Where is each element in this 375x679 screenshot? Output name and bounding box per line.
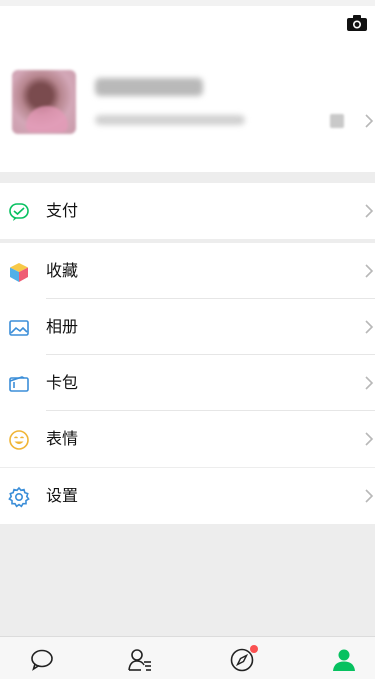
menu-item-label: 表情 bbox=[46, 429, 79, 448]
sticker-smile-icon bbox=[9, 430, 29, 450]
menu-item-label: 卡包 bbox=[46, 373, 79, 392]
menu-item-favorites[interactable]: 收藏 bbox=[0, 243, 375, 299]
menu-item-label: 支付 bbox=[46, 201, 79, 220]
menu-item-settings[interactable]: 设置 bbox=[0, 468, 375, 524]
camera-icon[interactable] bbox=[346, 14, 368, 32]
album-icon bbox=[9, 320, 29, 336]
menu-item-cards[interactable]: 卡包 bbox=[0, 355, 375, 411]
menu-item-stickers[interactable]: 表情 bbox=[0, 411, 375, 467]
pay-icon bbox=[9, 203, 29, 221]
chevron-right-icon bbox=[365, 376, 374, 390]
chevron-right-icon bbox=[365, 489, 374, 503]
chevron-right-icon bbox=[365, 264, 374, 278]
status-bar bbox=[0, 0, 375, 6]
menu-item-label: 设置 bbox=[46, 486, 79, 505]
me-icon[interactable] bbox=[331, 647, 357, 673]
menu-item-pay[interactable]: 支付 bbox=[0, 183, 375, 239]
qr-code-icon[interactable] bbox=[330, 114, 344, 128]
new-notification-dot bbox=[250, 645, 258, 653]
user-id-blurred bbox=[95, 115, 245, 125]
contacts-icon[interactable] bbox=[127, 647, 153, 673]
profile-header bbox=[0, 0, 375, 172]
chevron-right-icon bbox=[365, 320, 374, 334]
profile-card[interactable] bbox=[0, 62, 375, 142]
pay-group: 支付 bbox=[0, 183, 375, 239]
favorites-cube-icon bbox=[10, 263, 28, 282]
settings-group: 设置 bbox=[0, 468, 375, 524]
user-name-blurred bbox=[95, 78, 203, 96]
card-wallet-icon bbox=[9, 376, 29, 392]
chats-icon[interactable] bbox=[29, 647, 55, 673]
settings-gear-icon bbox=[8, 486, 30, 508]
chevron-right-icon bbox=[365, 204, 374, 218]
menu-item-label: 收藏 bbox=[46, 261, 79, 280]
avatar[interactable] bbox=[12, 70, 76, 134]
chevron-right-icon bbox=[365, 114, 374, 128]
tools-group: 收藏 相册 卡包 表情 bbox=[0, 243, 375, 467]
chevron-right-icon bbox=[365, 432, 374, 446]
menu-item-label: 相册 bbox=[46, 317, 79, 336]
menu-item-album[interactable]: 相册 bbox=[0, 299, 375, 355]
bottom-tab-bar bbox=[0, 636, 375, 679]
